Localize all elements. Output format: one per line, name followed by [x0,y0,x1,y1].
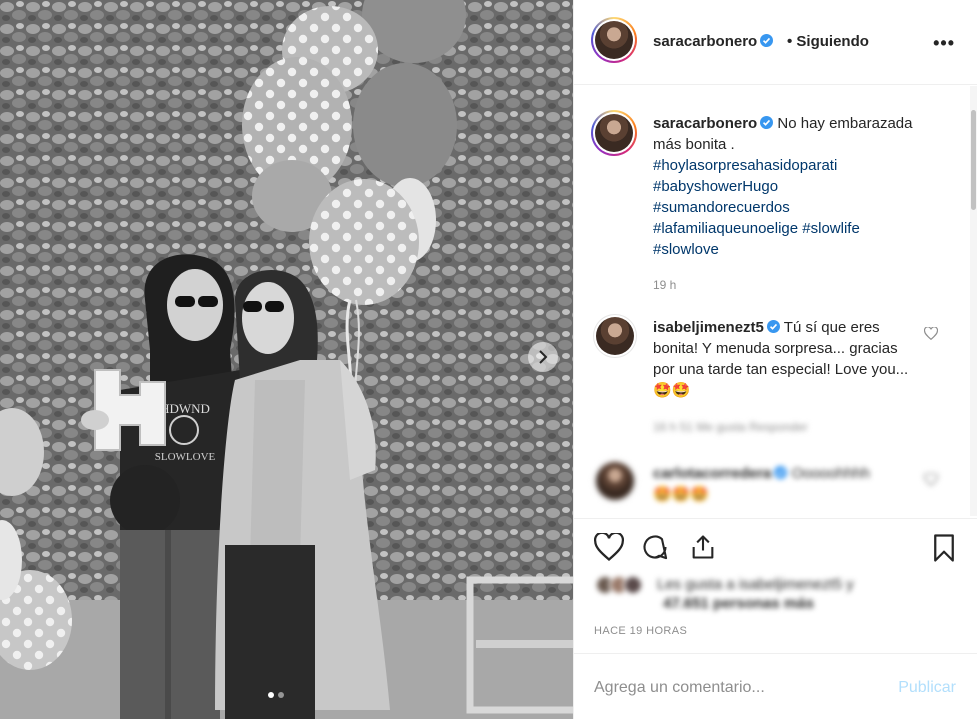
avatar[interactable] [593,459,637,503]
more-options-button[interactable]: ••• [933,33,955,54]
like-comment-heart-icon[interactable] [924,327,938,340]
publish-button[interactable]: Publicar [898,679,956,697]
post-header: saracarbonero • Siguiendo ••• [574,0,977,85]
username-link[interactable]: saracarbonero [653,33,757,50]
caption-time: 19 h [653,278,677,292]
comment-username[interactable]: carlotacorredera [653,465,771,482]
post-photo[interactable]: HDWND SLOWLOVE [0,0,573,719]
follow-status[interactable]: • Siguiendo [787,33,869,50]
avatar[interactable] [591,110,637,156]
comment-username[interactable]: isabeljimenezt5 [653,319,764,336]
hashtag[interactable]: #sumandorecuerdos [653,199,790,216]
verified-badge-icon [760,34,774,47]
liker-avatars [595,575,651,595]
header-username[interactable]: saracarbonero [653,33,774,50]
comment-emoji: 🤩🤩🤩 [653,486,710,503]
like-heart-icon[interactable] [594,533,624,561]
like-comment-heart-icon[interactable] [924,473,938,486]
likes-line2[interactable]: 47.651 personas más [663,595,814,612]
post-actions: Les gusta a isabeljimenezt5 y 47.651 per… [574,518,977,652]
scrollbar-thumb[interactable] [971,110,976,210]
post-timestamp: HACE 19 HORAS [594,625,688,637]
svg-text:SLOWLOVE: SLOWLOVE [155,451,216,463]
carousel-dot [278,692,284,698]
photo-icon: HDWND SLOWLOVE [0,0,573,719]
caption: saracarbonero No hay embarazada más boni… [653,113,918,260]
hashtag[interactable]: #lafamiliaqueunoelige [653,220,798,237]
comments-list[interactable]: saracarbonero No hay embarazada más boni… [574,86,977,516]
comment: carlotacorredera Ooooohhhh 🤩🤩🤩 [653,463,918,505]
hashtag[interactable]: #slowlife [802,220,860,237]
comment-input[interactable]: Agrega un comentario... [594,679,765,697]
comment-meta: 16 h 51 Me gusta Responder [653,420,808,434]
carousel-next-button[interactable] [528,342,558,372]
comment-text: Ooooohhhh [791,465,870,482]
scrollbar[interactable] [970,86,977,516]
carousel-dot [268,692,274,698]
caption-username[interactable]: saracarbonero [653,115,757,132]
likes-summary[interactable]: Les gusta a isabeljimenezt5 y 47.651 per… [595,575,854,612]
post-side-panel: saracarbonero • Siguiendo ••• saracarbon… [573,0,977,719]
likes-line1: Les gusta a isabeljimenezt5 y [657,575,854,593]
avatar[interactable] [591,17,637,63]
hashtag[interactable]: #hoylasorpresahasidoparati [653,157,837,174]
hashtag[interactable]: #slowlove [653,241,719,258]
save-bookmark-icon[interactable] [930,533,958,563]
comment: isabeljimenezt5 Tú sí que eres bonita! Y… [653,317,918,401]
verified-badge-icon [774,466,788,479]
hashtag[interactable]: #babyshowerHugo [653,178,778,195]
verified-badge-icon [760,116,774,129]
svg-text:HDWND: HDWND [160,401,210,416]
add-comment-bar: Agrega un comentario... Publicar [574,653,977,719]
chevron-right-icon [539,350,548,364]
comment-icon[interactable] [640,533,670,561]
carousel-dots [268,692,284,698]
avatar[interactable] [593,314,637,358]
verified-badge-icon [766,320,780,333]
share-icon[interactable] [688,533,718,561]
